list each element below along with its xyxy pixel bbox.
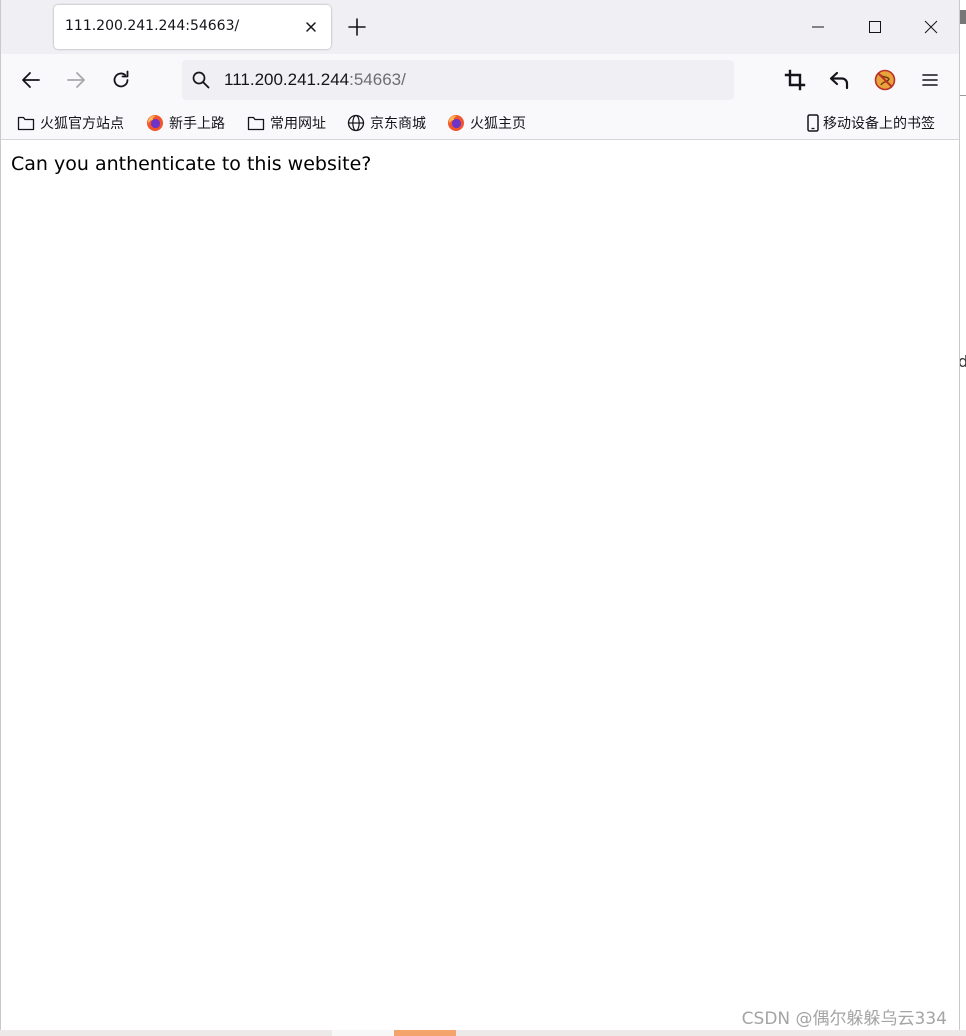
maximize-icon[interactable] <box>862 14 888 40</box>
bookmark-label: 新手上路 <box>169 116 225 132</box>
folder-icon <box>17 114 35 132</box>
blocked-extension-icon[interactable] <box>872 67 898 93</box>
bookmarks-toolbar: 火狐官方站点 新手上路 常用网址 京东商城 火狐主页 移动设备上的书签 <box>1 106 959 140</box>
url-host: 111.200.241.244 <box>224 70 350 89</box>
reload-icon[interactable] <box>108 67 134 93</box>
forward-arrow-icon[interactable] <box>63 67 89 93</box>
search-icon <box>191 70 211 90</box>
new-tab-plus-icon[interactable] <box>345 15 369 39</box>
minimize-icon[interactable] <box>805 14 831 40</box>
watermark: CSDN @偶尔躲躲乌云334 <box>741 1009 947 1029</box>
bookmark-item[interactable]: 火狐主页 <box>447 112 526 134</box>
bookmark-item[interactable]: 常用网址 <box>247 112 326 134</box>
folder-icon <box>247 114 265 132</box>
taskbar-item <box>332 1030 394 1036</box>
url-port-path: :54663/ <box>349 70 406 89</box>
tab-active[interactable]: 111.200.241.244:54663/ <box>54 5 331 49</box>
globe-icon <box>347 114 365 132</box>
navigation-toolbar: 111.200.241.244:54663/ <box>1 54 959 106</box>
crop-icon[interactable] <box>782 67 808 93</box>
tab-strip: 111.200.241.244:54663/ <box>1 0 959 54</box>
taskbar-edge <box>0 1030 966 1036</box>
close-icon[interactable] <box>301 17 321 37</box>
bookmark-label: 火狐主页 <box>470 116 526 132</box>
tab-title: 111.200.241.244:54663/ <box>65 18 240 34</box>
undo-icon[interactable] <box>827 67 853 93</box>
bookmark-item[interactable]: 新手上路 <box>146 112 225 134</box>
url-text[interactable]: 111.200.241.244:54663/ <box>224 70 406 90</box>
bookmark-item[interactable]: 火狐官方站点 <box>17 112 124 134</box>
url-bar[interactable]: 111.200.241.244:54663/ <box>182 60 734 100</box>
taskbar-item-active <box>394 1030 456 1036</box>
browser-window: 111.200.241.244:54663/ 111.200.241.244:5… <box>0 0 960 1030</box>
firefox-icon <box>146 114 164 132</box>
bookmark-item[interactable]: 京东商城 <box>347 112 426 134</box>
background-window-fragment <box>960 95 966 96</box>
mobile-device-icon <box>806 114 820 132</box>
mobile-bookmarks-label: 移动设备上的书签 <box>823 116 935 132</box>
page-content: Can you anthenticate to this website? CS… <box>1 140 959 1030</box>
firefox-icon <box>447 114 465 132</box>
page-text: Can you anthenticate to this website? <box>11 153 372 175</box>
back-arrow-icon[interactable] <box>18 67 44 93</box>
window-close-icon[interactable] <box>918 14 944 40</box>
bookmark-label: 京东商城 <box>370 116 426 132</box>
menu-hamburger-icon[interactable] <box>917 67 943 93</box>
mobile-bookmarks-item[interactable]: 移动设备上的书签 <box>806 112 935 134</box>
bookmark-label: 火狐官方站点 <box>40 116 124 132</box>
background-window-fragment <box>960 10 966 24</box>
bookmark-label: 常用网址 <box>270 116 326 132</box>
